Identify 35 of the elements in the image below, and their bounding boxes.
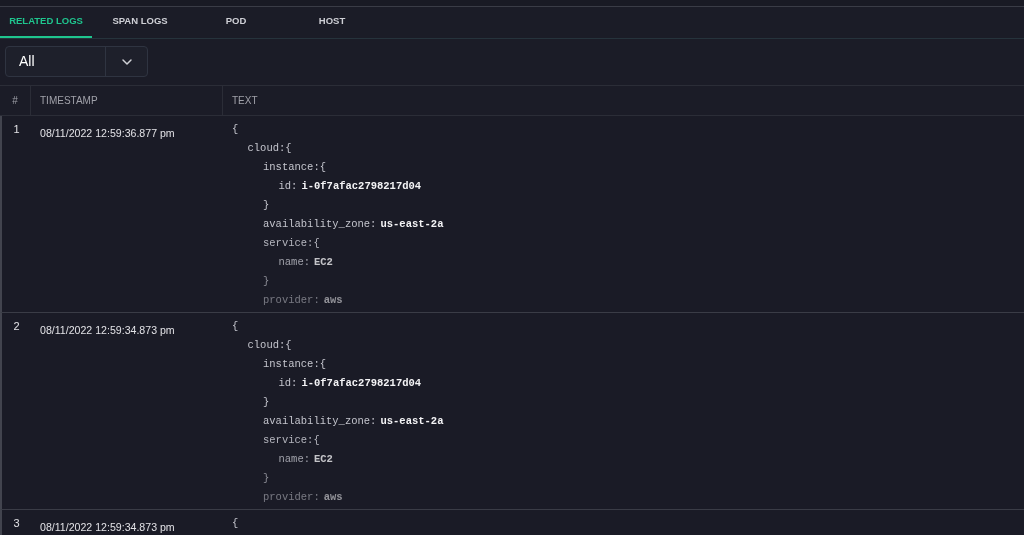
json-line: availability_zone: us-east-2a: [263, 413, 444, 429]
json-line: cloud:{: [247, 337, 292, 353]
json-line: id: i-0f7afac2798217d04: [278, 178, 422, 194]
json-line: service:{: [263, 432, 320, 448]
json-line: }: [263, 197, 270, 213]
json-line: provider: aws: [263, 292, 343, 308]
column-header: #: [12, 94, 18, 108]
json-line: {: [232, 515, 239, 531]
json-line: instance:{: [263, 159, 327, 175]
tab[interactable]: POD: [188, 7, 284, 38]
json-line: }: [263, 470, 270, 486]
json-line: cloud:{: [247, 140, 292, 156]
tab[interactable]: RELATED LOGS: [0, 7, 92, 38]
json-line: {: [232, 318, 239, 334]
row-number: 1: [13, 121, 20, 137]
row-number: 2: [13, 318, 20, 334]
tab[interactable]: HOST: [284, 7, 380, 38]
json-line: {: [232, 121, 239, 137]
column-header: TEXT: [232, 94, 258, 108]
column-header: TIMESTAMP: [40, 94, 98, 108]
json-line: availability_zone: us-east-2a: [263, 216, 444, 232]
timestamp-cell: 08/11/2022 12:59:34.873 pm: [40, 323, 175, 336]
json-line: name: EC2: [278, 254, 333, 270]
timestamp-cell: 08/11/2022 12:59:36.877 pm: [40, 126, 175, 139]
row-number: 3: [13, 515, 20, 531]
json-line: }: [263, 394, 270, 410]
json-line: name: EC2: [278, 451, 333, 467]
json-line: instance:{: [263, 356, 327, 372]
json-line: }: [263, 273, 270, 289]
filter-dropdown[interactable]: All: [5, 46, 148, 77]
json-line: id: i-0f7afac2798217d04: [278, 375, 422, 391]
json-line: provider: aws: [263, 489, 343, 505]
timestamp-cell: 08/11/2022 12:59:34.873 pm: [40, 520, 175, 533]
json-line: service:{: [263, 235, 320, 251]
tab[interactable]: SPAN LOGS: [92, 7, 188, 38]
